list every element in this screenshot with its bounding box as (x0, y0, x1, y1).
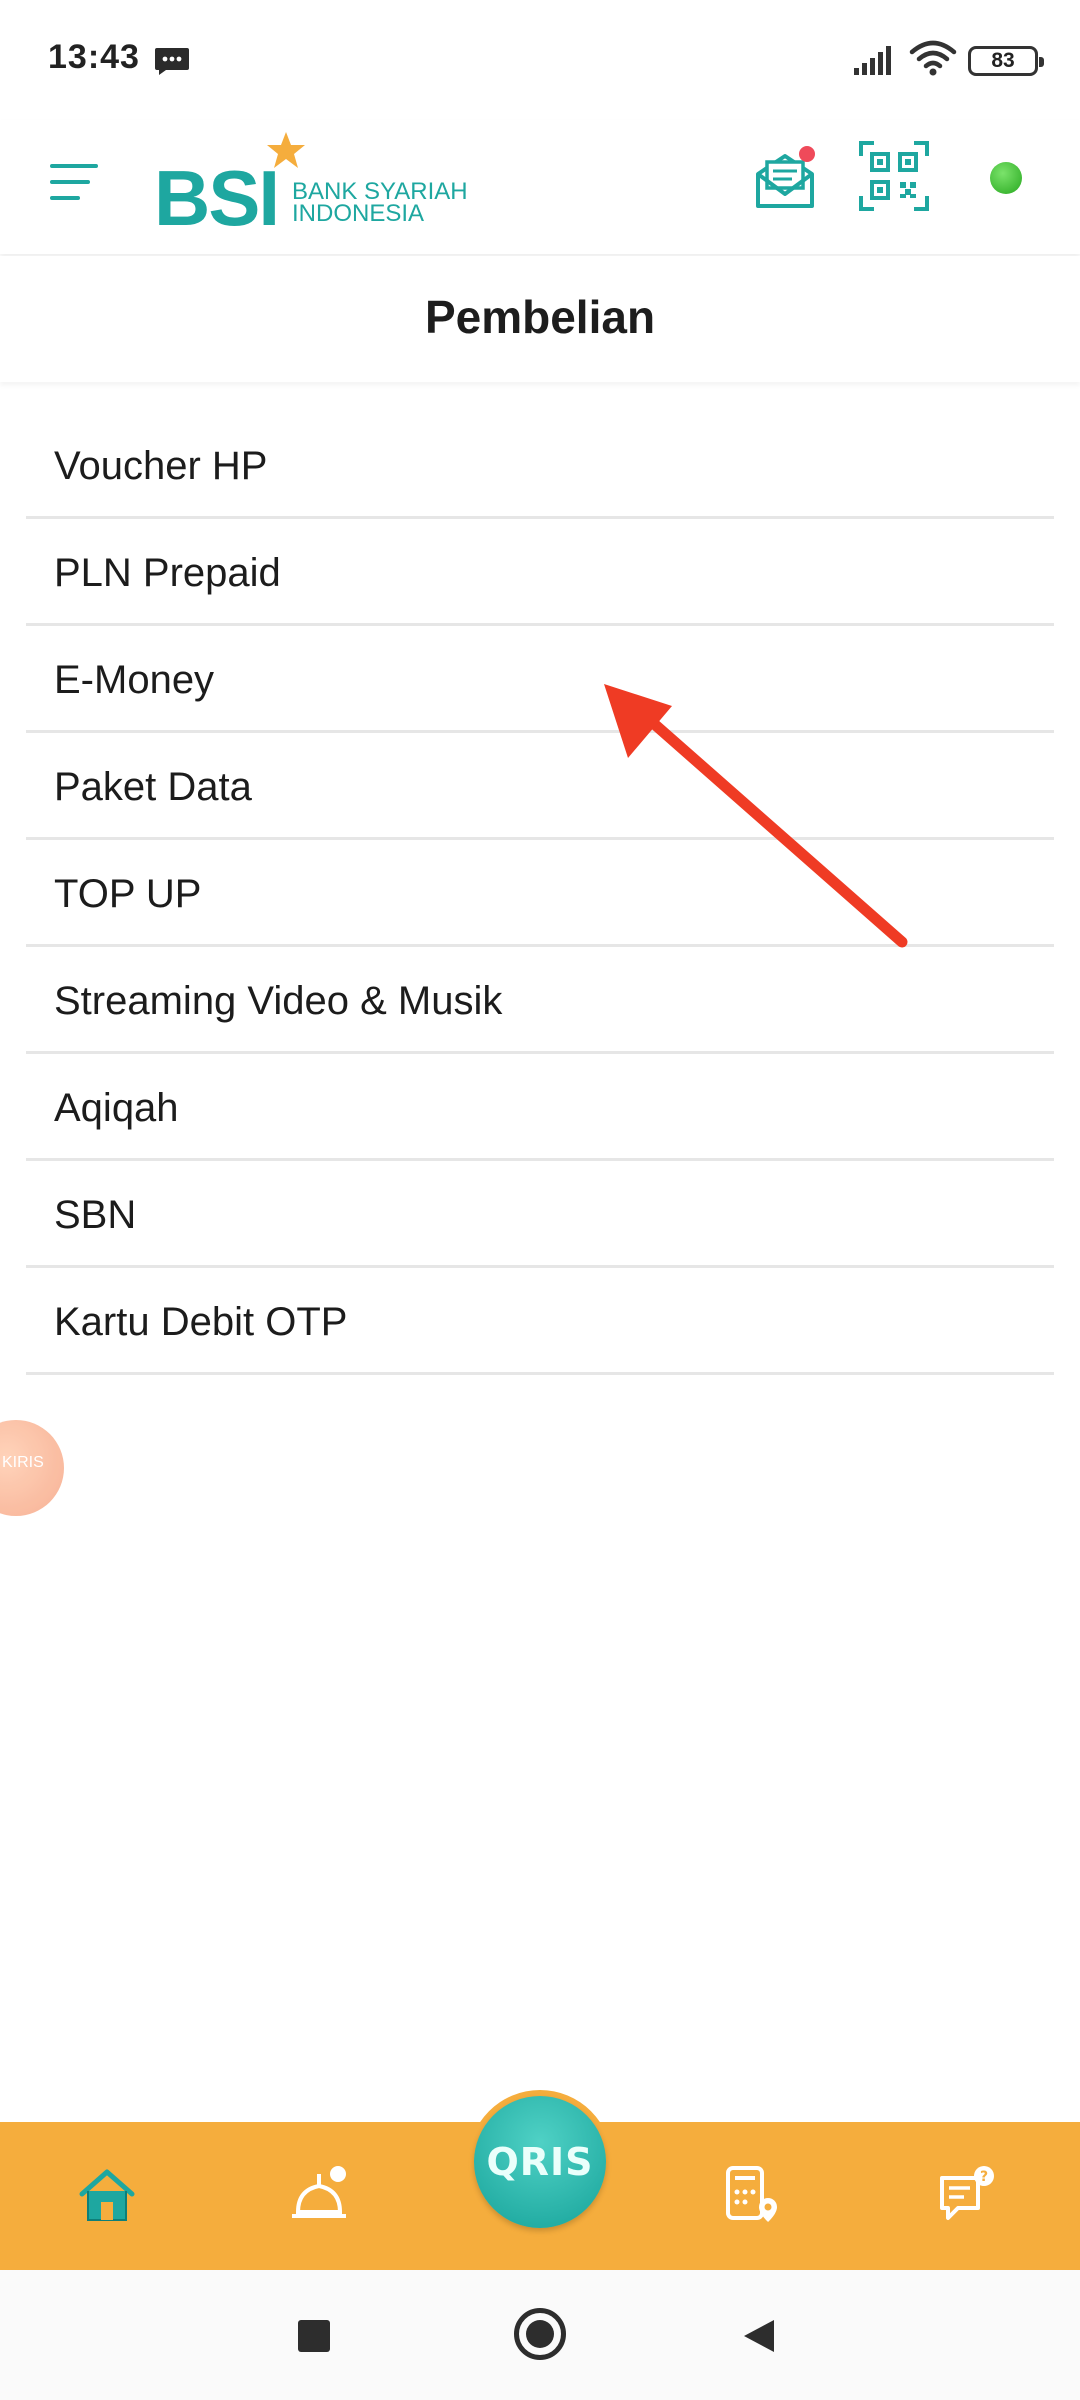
menu-item-kartu-debit-otp[interactable]: Kartu Debit OTP (26, 1268, 1054, 1375)
logo-subtitle-line2: INDONESIA (292, 200, 425, 227)
online-status-indicator (990, 162, 1022, 194)
menu-item-label: E-Money (54, 658, 215, 702)
qr-scan-icon[interactable] (858, 140, 930, 212)
menu-item-pln-prepaid[interactable]: PLN Prepaid (26, 519, 1054, 626)
floating-chat-bubble[interactable]: KIRIS (0, 1420, 64, 1516)
status-bar: 13:43 83 (0, 0, 1080, 120)
menu-item-label: SBN (54, 1193, 137, 1237)
back-button[interactable] (740, 2316, 780, 2356)
menu-item-voucher-hp[interactable]: Voucher HP (26, 412, 1054, 519)
qris-button[interactable]: QRIS (474, 2096, 606, 2228)
help-chat-icon[interactable]: ? (936, 2164, 998, 2226)
inbox-mail-icon[interactable] (752, 144, 818, 214)
battery-level: 83 (991, 49, 1015, 72)
menu-item-label: PLN Prepaid (54, 551, 281, 595)
wifi-icon (909, 40, 957, 76)
menu-item-label: Voucher HP (54, 444, 268, 488)
menu-item-aqiqah[interactable]: Aqiqah (26, 1054, 1054, 1161)
cellular-signal-icon (854, 46, 891, 75)
menu-item-label: Aqiqah (54, 1086, 179, 1130)
status-time: 13:43 (48, 38, 140, 76)
logo-wordmark: BSI (154, 154, 280, 242)
home-button[interactable] (514, 2308, 566, 2360)
title-bar: Pembelian (0, 256, 1080, 382)
menu-item-label: Streaming Video & Musik (54, 979, 503, 1023)
islamic-services-icon[interactable] (288, 2164, 350, 2226)
floating-bubble-label: KIRIS (2, 1454, 44, 1471)
battery-indicator: 83 (968, 46, 1044, 76)
svg-text:?: ? (980, 2169, 988, 2185)
home-icon[interactable] (76, 2164, 138, 2226)
annotation-arrow (604, 684, 908, 948)
message-notification-icon (155, 48, 189, 75)
app-header: BSI BANK SYARIAH INDONESIA (0, 120, 1080, 254)
menu-item-streaming[interactable]: Streaming Video & Musik (26, 947, 1054, 1054)
page-title: Pembelian (424, 291, 656, 343)
menu-item-label: TOP UP (54, 872, 202, 916)
qris-label: QRIS (486, 2140, 594, 2184)
hamburger-menu-icon[interactable] (46, 154, 102, 210)
menu-item-label: Kartu Debit OTP (54, 1300, 348, 1344)
recent-apps-button[interactable] (298, 2320, 330, 2352)
screen: 13:43 83 BSI BANK SYARIAH INDONESIA Pemb… (0, 0, 1080, 2400)
system-navigation-bar (0, 2270, 1080, 2400)
menu-item-sbn[interactable]: SBN (26, 1161, 1054, 1268)
menu-item-label: Paket Data (54, 765, 252, 809)
logo-star-icon (267, 132, 305, 168)
calculator-location-icon[interactable] (722, 2164, 784, 2226)
bsi-logo: BSI BANK SYARIAH INDONESIA (154, 130, 474, 240)
